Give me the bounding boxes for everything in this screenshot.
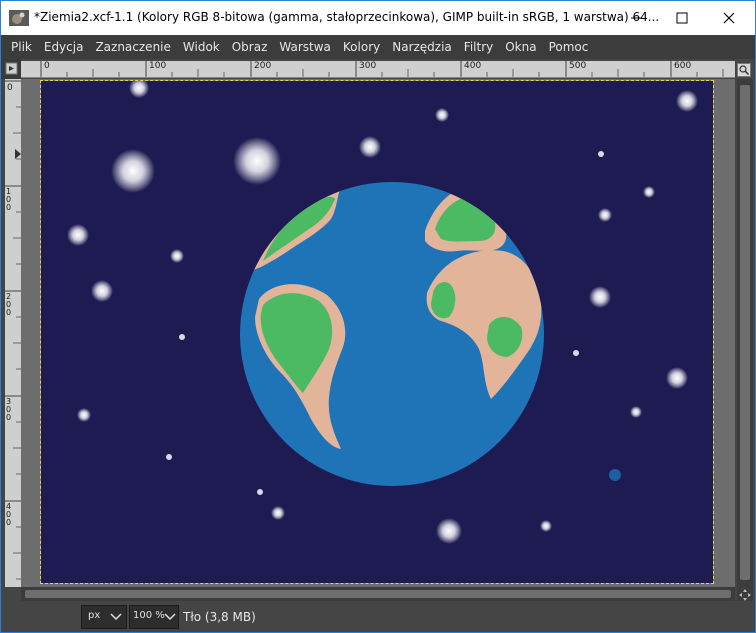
navigate-icon [739,589,751,601]
ruler-label: 500 [569,61,587,71]
vertical-scrollbar[interactable] [737,79,753,587]
vertical-ruler[interactable]: 0 100 200 300 400 [5,79,22,587]
chevron-down-icon [164,613,176,621]
ruler-label: 400 [6,502,12,527]
ruler-label: 300 [359,61,377,71]
menu-bar: Plik Edycja Zaznaczenie Widok Obraz Wars… [1,35,755,59]
earth-in-space-image [67,81,698,544]
menu-edycja[interactable]: Edycja [38,35,90,59]
menu-okna[interactable]: Okna [499,35,542,59]
zoom-select[interactable]: 100 % [129,605,179,629]
image-menu-button[interactable] [1,59,21,79]
chevron-down-icon [110,613,122,621]
zoom-image-button[interactable] [737,63,751,77]
ruler-label: 200 [254,61,272,71]
image-canvas[interactable] [40,80,714,584]
maximize-icon [676,12,688,24]
horizontal-ruler[interactable]: 0 100 200 300 400 500 600 [21,61,735,78]
gimp-window: *Ziemia2.xcf-1.1 (Kolory RGB 8-bitowa (g… [0,0,756,633]
close-icon [723,12,735,24]
ruler-label: 300 [6,397,12,422]
menu-pomoc[interactable]: Pomoc [543,35,595,59]
menu-narzedzia[interactable]: Narzędzia [386,35,458,59]
menu-filtry[interactable]: Filtry [458,35,499,59]
menu-kolory[interactable]: Kolory [337,35,386,59]
triangle-right-icon [5,62,18,75]
horizontal-scrollbar[interactable] [21,587,735,601]
horizontal-scrollbar-thumb[interactable] [25,590,731,598]
globe [240,182,544,486]
minimize-icon [631,17,641,19]
vertical-scrollbar-thumb[interactable] [740,85,750,580]
ruler-label: 0 [44,61,50,71]
ruler-label: 400 [464,61,482,71]
minimize-button[interactable] [613,1,659,35]
unit-value: px [88,610,101,621]
navigate-button[interactable] [737,587,753,601]
menu-zaznaczenie[interactable]: Zaznaczenie [89,35,176,59]
ruler-label: 200 [6,292,12,317]
ruler-label: 100 [6,187,12,212]
menu-obraz[interactable]: Obraz [226,35,274,59]
title-bar[interactable]: *Ziemia2.xcf-1.1 (Kolory RGB 8-bitowa (g… [1,1,755,35]
close-button[interactable] [706,1,752,35]
zoom-value: 100 % [133,610,165,621]
menu-plik[interactable]: Plik [5,35,38,59]
maximize-button[interactable] [659,1,705,35]
window-title: *Ziemia2.xcf-1.1 (Kolory RGB 8-bitowa (g… [34,10,660,24]
magnifier-icon [739,65,750,76]
ruler-label: 0 [7,83,13,93]
menu-warstwa[interactable]: Warstwa [273,35,337,59]
menu-widok[interactable]: Widok [177,35,226,59]
unit-select[interactable]: px [81,605,127,629]
ruler-label: 600 [674,61,692,71]
gimp-icon [9,10,29,26]
layer-info: Tło (3,8 MB) [183,610,256,624]
ruler-label: 100 [149,61,167,71]
